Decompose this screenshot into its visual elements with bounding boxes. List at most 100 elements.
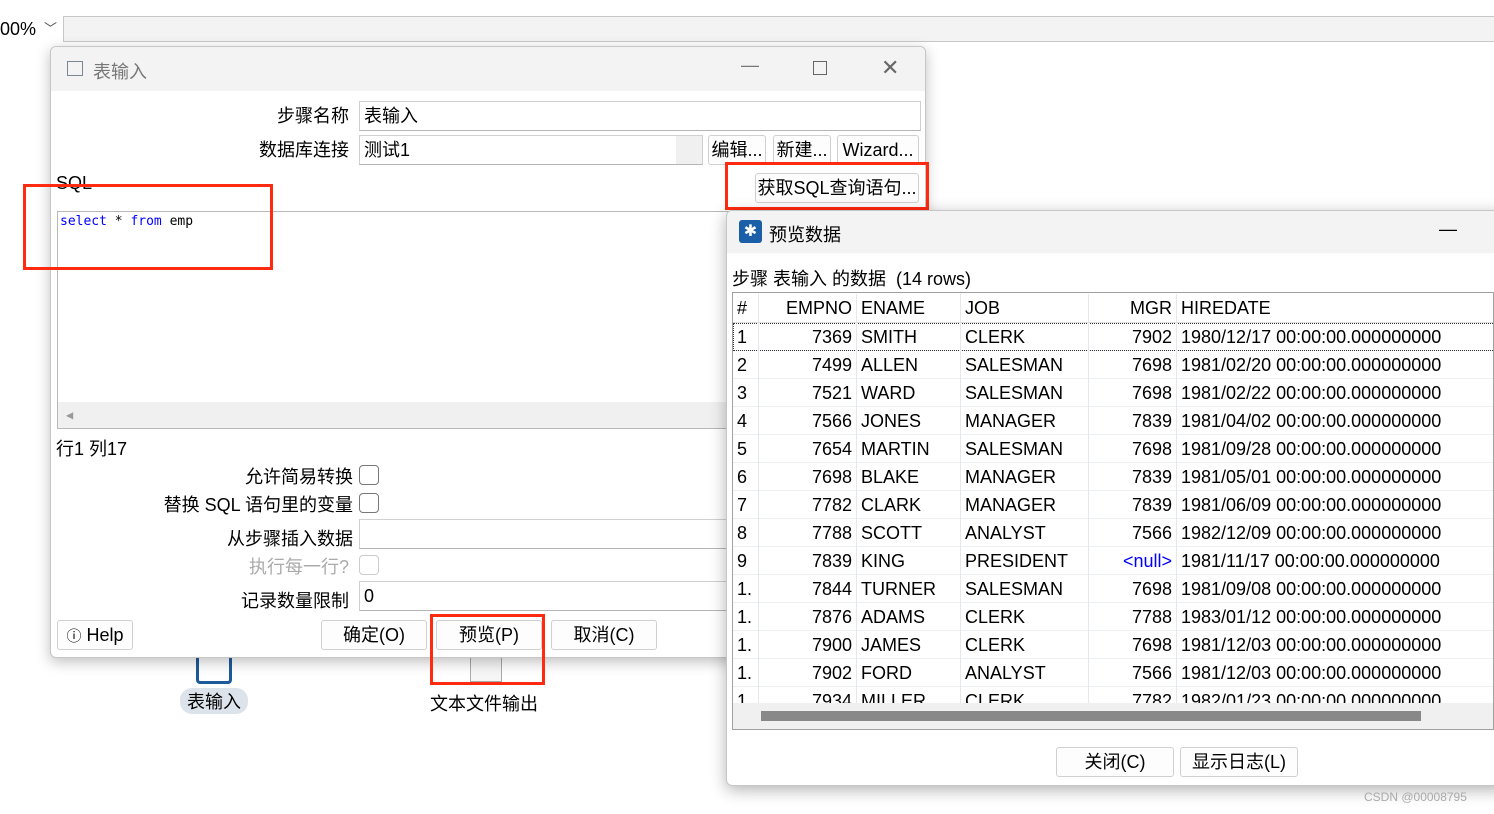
cell-job: MANAGER xyxy=(961,407,1089,435)
cell-empno: 7499 xyxy=(759,351,857,379)
cell-ename: BLAKE xyxy=(857,463,961,491)
column-header-ename[interactable]: ENAME xyxy=(857,294,961,322)
cell-hiredate: 1981/05/01 00:00:00.000000000 xyxy=(1177,463,1493,491)
preview-close-button[interactable]: 关闭(C) xyxy=(1056,747,1174,777)
help-button[interactable]: ⓘ Help xyxy=(57,620,133,650)
cell-hiredate: 1981/02/22 00:00:00.000000000 xyxy=(1177,379,1493,407)
column-header-job[interactable]: JOB xyxy=(961,294,1089,322)
preview-title: 预览数据 xyxy=(769,225,841,245)
column-header-hiredate[interactable]: HIREDATE xyxy=(1177,294,1493,322)
cell-empno: 7698 xyxy=(759,463,857,491)
cell-hiredate: 1980/12/17 00:00:00.000000000 xyxy=(1177,323,1493,351)
table-row[interactable]: 1 7369 SMITH CLERK 7902 1980/12/17 00:00:00.0… xyxy=(733,323,1493,351)
cell-hiredate: 1981/02/20 00:00:00.000000000 xyxy=(1177,351,1493,379)
step-label-text-output[interactable]: 文本文件输出 xyxy=(430,690,538,716)
cell-job: CLERK xyxy=(961,631,1089,659)
highlight-preview xyxy=(430,614,545,685)
cell-ename: TURNER xyxy=(857,575,961,603)
cell-ename: CLARK xyxy=(857,491,961,519)
table-row[interactable]: 7 7782 CLARK MANAGER 7839 1981/06/09 00:00:00… xyxy=(733,491,1493,519)
cell-empno: 7788 xyxy=(759,519,857,547)
table-row[interactable]: 1. 7844 TURNER SALESMAN 7698 1981/09/08 00:00… xyxy=(733,575,1493,603)
cell-row-number: 3 xyxy=(733,379,759,407)
close-button[interactable]: ✕ xyxy=(881,55,899,81)
cell-row-number: 1 xyxy=(733,323,759,351)
cell-ename: JONES xyxy=(857,407,961,435)
cell-ename: MARTIN xyxy=(857,435,961,463)
column-header-mgr[interactable]: MGR xyxy=(1089,294,1177,322)
cell-job: MANAGER xyxy=(961,463,1089,491)
replace-vars-checkbox[interactable] xyxy=(359,493,379,513)
cell-job: ANALYST xyxy=(961,519,1089,547)
show-log-button[interactable]: 显示日志(L) xyxy=(1180,747,1298,777)
cell-mgr: 7566 xyxy=(1089,659,1177,687)
insert-from-step-label: 从步骤插入数据 xyxy=(227,529,353,549)
cell-mgr: 7566 xyxy=(1089,519,1177,547)
table-row[interactable]: 3 7521 WARD SALESMAN 7698 1981/02/22 00:00:00… xyxy=(733,379,1493,407)
cell-mgr: 7839 xyxy=(1089,491,1177,519)
cell-empno: 7839 xyxy=(759,547,857,575)
column-header-empno[interactable]: EMPNO xyxy=(759,294,857,322)
highlight-sql xyxy=(23,184,273,270)
minimize-button[interactable]: — xyxy=(741,55,759,76)
cell-hiredate: 1981/06/09 00:00:00.000000000 xyxy=(1177,491,1493,519)
maximize-button[interactable] xyxy=(813,61,827,75)
cell-empno: 7521 xyxy=(759,379,857,407)
cell-row-number: 9 xyxy=(733,547,759,575)
lazy-conversion-checkbox[interactable] xyxy=(359,465,379,485)
limit-input[interactable]: 0 xyxy=(359,581,739,611)
cell-hiredate: 1981/11/17 00:00:00.000000000 xyxy=(1177,547,1493,575)
table-row[interactable]: 9 7839 KING PRESIDENT <null> 1981/11/17 00:00… xyxy=(733,547,1493,575)
ok-button[interactable]: 确定(O) xyxy=(321,620,427,650)
cell-hiredate: 1981/12/03 00:00:00.000000000 xyxy=(1177,659,1493,687)
db-connection-select[interactable]: 测试1 xyxy=(359,135,703,165)
table-row[interactable]: 1. 7902 FORD ANALYST 7566 1981/12/03 00:00:00… xyxy=(733,659,1493,687)
cell-empno: 7876 xyxy=(759,603,857,631)
cell-job: SALESMAN xyxy=(961,379,1089,407)
cell-mgr: 7698 xyxy=(1089,435,1177,463)
table-row[interactable]: 5 7654 MARTIN SALESMAN 7698 1981/09/28 00:00:… xyxy=(733,435,1493,463)
table-row[interactable]: 6 7698 BLAKE MANAGER 7839 1981/05/01 00:00:00… xyxy=(733,463,1493,491)
cell-job: CLERK xyxy=(961,603,1089,631)
insert-from-step-select[interactable] xyxy=(359,519,739,549)
wizard-button[interactable]: Wizard... xyxy=(837,135,919,165)
toolbar xyxy=(0,16,1494,42)
cell-ename: SMITH xyxy=(857,323,961,351)
cancel-button[interactable]: 取消(C) xyxy=(551,620,657,650)
table-row[interactable]: 4 7566 JONES MANAGER 7839 1981/04/02 00:00:00… xyxy=(733,407,1493,435)
preview-minimize-button[interactable]: — xyxy=(1439,219,1457,240)
zoom-select[interactable]: 00% ﹀ xyxy=(0,16,64,42)
cell-ename: FORD xyxy=(857,659,961,687)
cell-ename: ADAMS xyxy=(857,603,961,631)
preview-subtitle: 步骤 表输入 的数据 (14 rows) xyxy=(732,269,972,289)
table-row[interactable]: 2 7499 ALLEN SALESMAN 7698 1981/02/20 00:00:0… xyxy=(733,351,1493,379)
cell-hiredate: 1981/09/28 00:00:00.000000000 xyxy=(1177,435,1493,463)
table-row[interactable]: 1. 7876 ADAMS CLERK 7788 1983/01/12 00:00:00.… xyxy=(733,603,1493,631)
cell-mgr: 7698 xyxy=(1089,631,1177,659)
preview-titlebar: ✱ 预览数据 — xyxy=(727,211,1494,253)
horizontal-scrollbar[interactable]: ◀ xyxy=(58,402,736,428)
cell-ename: SCOTT xyxy=(857,519,961,547)
table-input-icon xyxy=(67,61,83,76)
cell-empno: 7369 xyxy=(759,323,857,351)
table-horizontal-scrollbar[interactable] xyxy=(761,711,1421,721)
cell-mgr: 7788 xyxy=(1089,603,1177,631)
cursor-position: 行1 列17 xyxy=(56,439,128,459)
table-row[interactable]: 8 7788 SCOTT ANALYST 7566 1982/12/09 00:00:00… xyxy=(733,519,1493,547)
table-row[interactable]: 1. 7900 JAMES CLERK 7698 1981/12/03 00:00:00.… xyxy=(733,631,1493,659)
help-label: Help xyxy=(86,625,124,645)
cell-empno: 7782 xyxy=(759,491,857,519)
cell-job: SALESMAN xyxy=(961,351,1089,379)
edit-connection-button[interactable]: 编辑... xyxy=(708,135,766,165)
step-label-table-input[interactable]: 表输入 xyxy=(180,688,248,714)
cell-ename: JAMES xyxy=(857,631,961,659)
table-header: # EMPNO ENAME JOB MGR HIREDATE xyxy=(733,293,1493,323)
step-name-label: 步骤名称 xyxy=(277,106,349,126)
column-header-row-number[interactable]: # xyxy=(733,294,759,322)
new-connection-button[interactable]: 新建... xyxy=(773,135,831,165)
cell-job: MANAGER xyxy=(961,491,1089,519)
step-name-input[interactable]: 表输入 xyxy=(359,101,921,131)
dialog-titlebar: 表输入 — ✕ xyxy=(51,47,925,91)
cell-row-number: 8 xyxy=(733,519,759,547)
cell-ename: WARD xyxy=(857,379,961,407)
